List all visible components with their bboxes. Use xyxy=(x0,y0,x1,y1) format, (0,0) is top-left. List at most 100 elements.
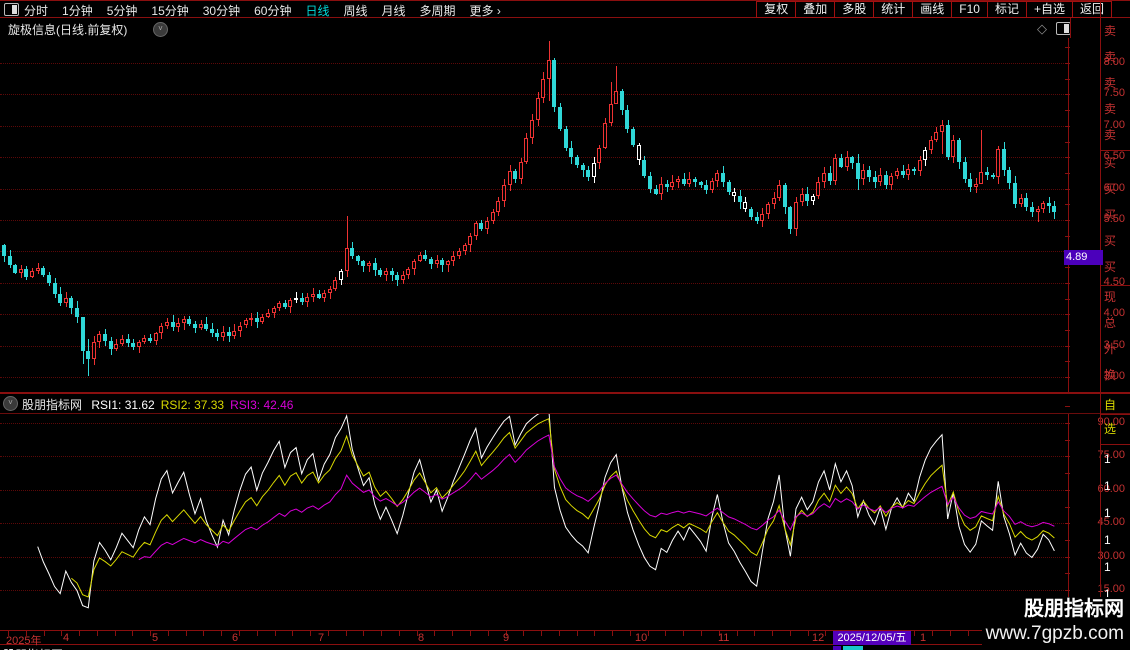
candle xyxy=(984,171,989,175)
time-tick xyxy=(949,631,951,636)
period-tab-6[interactable]: 日线 xyxy=(305,2,329,19)
side-strip-item[interactable]: 换 xyxy=(1104,366,1116,383)
candle xyxy=(187,319,192,324)
candle xyxy=(524,138,529,163)
side-strip-item[interactable]: 卖 xyxy=(1104,48,1116,65)
candle xyxy=(900,171,905,175)
chevron-down-icon[interactable]: ˅ xyxy=(3,396,18,411)
price-gridline xyxy=(0,63,1066,64)
rsi-plot[interactable] xyxy=(0,414,1066,630)
side-strip-item[interactable]: 1 xyxy=(1104,452,1111,466)
side-strip-item[interactable]: 1 xyxy=(1104,533,1111,547)
action-button-5[interactable]: F10 xyxy=(951,1,988,18)
side-strip-item[interactable]: 1 xyxy=(1104,506,1111,520)
candle xyxy=(591,163,596,178)
candle xyxy=(355,256,360,262)
action-button-1[interactable]: 叠加 xyxy=(795,1,836,18)
candle xyxy=(462,245,467,252)
candle xyxy=(361,261,366,267)
candle xyxy=(765,204,770,214)
candle xyxy=(299,297,304,302)
side-strip-item[interactable]: 卖 xyxy=(1104,22,1116,39)
app-window-icon[interactable] xyxy=(4,3,19,16)
side-strip-item[interactable]: 选 xyxy=(1104,420,1116,437)
price-axis-spine xyxy=(1068,38,1069,393)
candle xyxy=(659,183,664,194)
candle xyxy=(603,122,608,148)
indicator-source-label[interactable]: 股朋指标网 xyxy=(22,398,82,412)
candle xyxy=(518,162,523,180)
candle xyxy=(333,279,338,290)
side-strip-item[interactable]: 卖 xyxy=(1104,100,1116,117)
candle xyxy=(69,297,74,308)
candlestick-plot[interactable] xyxy=(0,38,1066,393)
time-tick xyxy=(594,631,596,636)
period-tab-9[interactable]: 多周期 xyxy=(420,2,456,19)
candle xyxy=(490,212,495,222)
candle xyxy=(816,182,821,197)
candle xyxy=(1013,182,1018,205)
candle xyxy=(855,163,860,180)
price-gridline xyxy=(0,251,1066,253)
period-tab-8[interactable]: 月线 xyxy=(382,2,406,19)
divider xyxy=(1070,18,1071,38)
side-strip-item[interactable]: 1 xyxy=(1104,479,1111,493)
candle xyxy=(383,271,388,276)
panel-toggle-icon[interactable] xyxy=(1056,22,1071,35)
side-strip-item[interactable]: 总 xyxy=(1104,314,1116,331)
period-tab-10[interactable]: 更多 › xyxy=(470,2,501,19)
side-strip-item[interactable]: 自 xyxy=(1104,396,1116,413)
diamond-icon[interactable]: ◇ xyxy=(1037,21,1047,37)
chevron-down-icon[interactable]: ˅ xyxy=(153,22,168,37)
time-tick xyxy=(470,631,472,636)
time-tick xyxy=(167,631,169,636)
candle xyxy=(715,172,720,182)
candle xyxy=(911,168,916,171)
candle xyxy=(793,202,798,230)
candle xyxy=(653,188,658,194)
side-strip-item[interactable]: 买 xyxy=(1104,232,1116,249)
candle xyxy=(18,268,23,273)
candle xyxy=(956,139,961,163)
candle xyxy=(1035,208,1040,212)
action-button-6[interactable]: 标记 xyxy=(986,1,1027,18)
action-button-0[interactable]: 复权 xyxy=(756,1,797,18)
action-button-3[interactable]: 统计 xyxy=(873,1,914,18)
candle xyxy=(249,317,254,321)
candle xyxy=(1018,198,1023,205)
period-tab-3[interactable]: 15分钟 xyxy=(151,2,188,19)
candle xyxy=(720,172,725,183)
side-strip-item[interactable]: 买 xyxy=(1104,154,1116,171)
candle xyxy=(529,119,534,139)
action-button-7[interactable]: +自选 xyxy=(1025,1,1073,18)
period-tab-2[interactable]: 5分钟 xyxy=(107,2,138,19)
period-tab-7[interactable]: 周线 xyxy=(343,2,367,19)
side-strip-item[interactable]: 买 xyxy=(1104,180,1116,197)
candle xyxy=(367,262,372,267)
side-strip-item[interactable]: 外 xyxy=(1104,340,1116,357)
action-button-4[interactable]: 画线 xyxy=(912,1,953,18)
side-strip-item[interactable]: 现 xyxy=(1104,288,1116,305)
month-label-9: 9 xyxy=(503,632,510,644)
candle xyxy=(546,59,551,79)
side-panel-cut-strip[interactable]: 卖卖卖卖卖买买买买买现总外换自选1111111 xyxy=(1101,18,1130,650)
side-strip-item[interactable]: 卖 xyxy=(1104,126,1116,143)
period-tab-0[interactable]: 分时 xyxy=(24,2,48,19)
action-button-8[interactable]: 返回 xyxy=(1071,1,1112,18)
candle xyxy=(80,317,85,351)
side-strip-item[interactable]: 1 xyxy=(1104,560,1111,574)
candle xyxy=(945,124,950,158)
side-strip-item[interactable]: 买 xyxy=(1104,258,1116,275)
time-tick xyxy=(914,631,916,636)
side-strip-item[interactable]: 卖 xyxy=(1104,74,1116,91)
candle xyxy=(13,265,18,273)
time-tick xyxy=(310,631,312,636)
action-button-2[interactable]: 多股 xyxy=(834,1,875,18)
period-tab-5[interactable]: 60分钟 xyxy=(254,2,291,19)
period-tab-4[interactable]: 30分钟 xyxy=(203,2,240,19)
candle xyxy=(1029,207,1034,212)
period-tab-1[interactable]: 1分钟 xyxy=(62,2,93,19)
time-tick xyxy=(274,631,276,636)
candle xyxy=(30,271,35,277)
side-strip-item[interactable]: 买 xyxy=(1104,206,1116,223)
